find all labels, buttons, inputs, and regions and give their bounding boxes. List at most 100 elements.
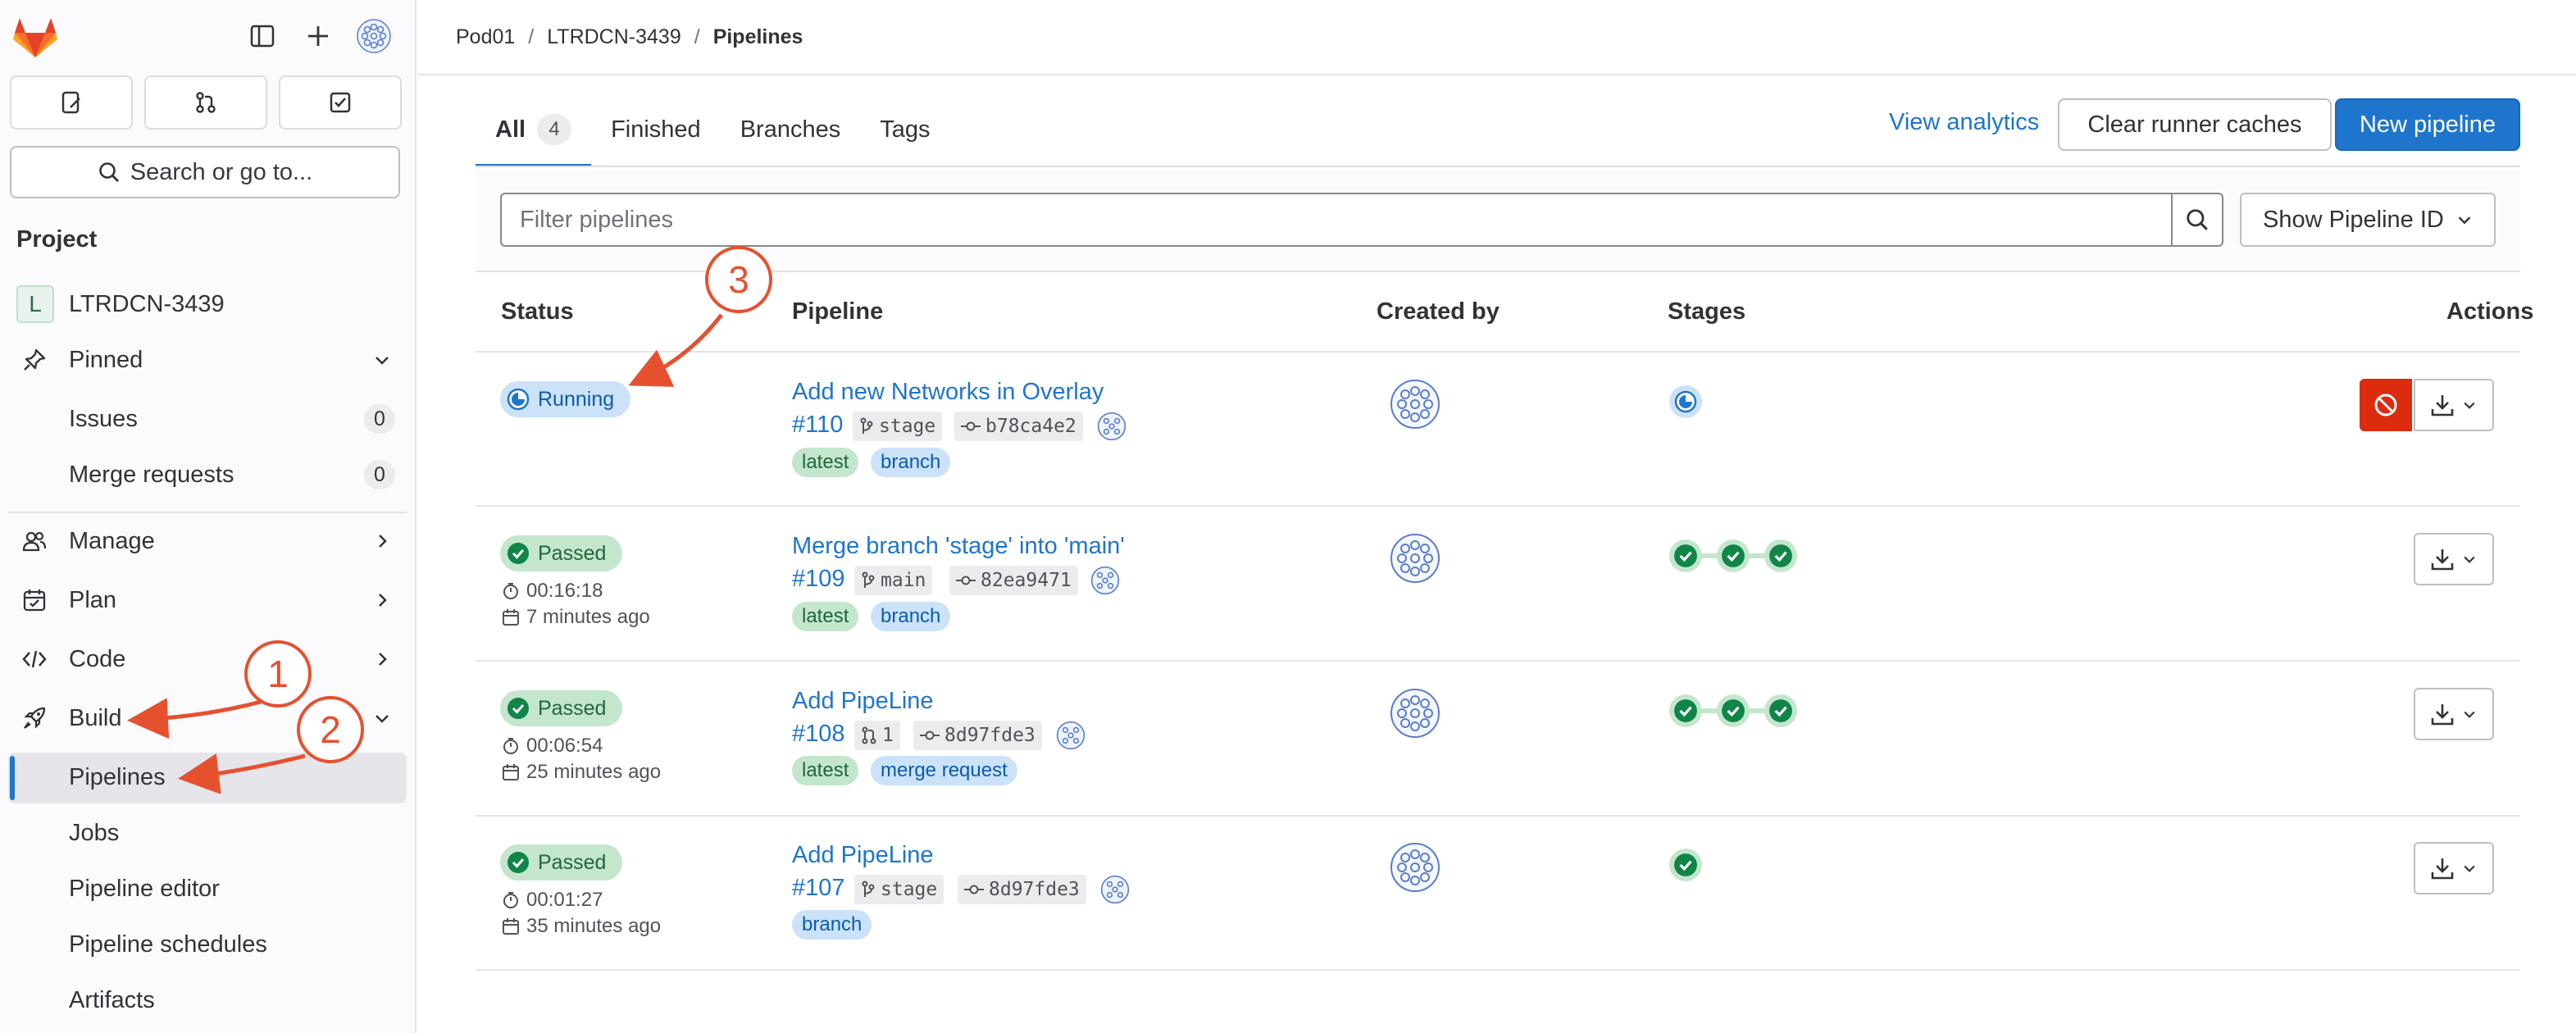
sidebar-item-issues[interactable]: Issues 0 <box>0 396 416 442</box>
breadcrumb-current[interactable]: Pipelines <box>713 25 803 49</box>
creator-avatar[interactable] <box>1390 533 1440 584</box>
creator-avatar[interactable] <box>1390 842 1440 893</box>
download-artifacts-dropdown[interactable] <box>2414 379 2494 431</box>
filter-search-button[interactable] <box>2171 193 2223 247</box>
finished-at: 35 minutes ago <box>502 915 661 938</box>
sidebar-item-merge-requests[interactable]: Merge requests 0 <box>0 452 416 498</box>
show-pipeline-id-dropdown[interactable]: Show Pipeline ID <box>2240 193 2496 247</box>
pipeline-title-link[interactable]: Add PipeLine <box>792 842 934 869</box>
creator-avatar[interactable] <box>1390 688 1440 739</box>
row-divider <box>476 660 2520 662</box>
merge-request-icon <box>196 92 216 113</box>
tab-finished[interactable]: Finished <box>591 92 721 167</box>
ref-chip[interactable]: stage <box>854 875 944 904</box>
assigned-issues-button[interactable] <box>10 75 133 130</box>
chevron-right-icon <box>379 653 387 666</box>
sidebar-item-project[interactable]: L LTRDCN-3439 <box>0 281 416 327</box>
pipeline-title-link[interactable]: Add new Networks in Overlay <box>792 379 1104 406</box>
download-artifacts-dropdown[interactable] <box>2414 533 2494 585</box>
commit-chip[interactable]: 8d97fde3 <box>913 721 1042 750</box>
view-analytics-link[interactable]: View analytics <box>1889 109 2039 136</box>
tab-all[interactable]: All 4 <box>476 92 592 167</box>
ref-chip[interactable]: 1 <box>854 721 900 750</box>
sidebar-item-plan[interactable]: Plan <box>0 577 416 623</box>
clear-runner-caches-button[interactable]: Clear runner caches <box>2058 98 2332 151</box>
download-artifacts-dropdown[interactable] <box>2414 842 2494 894</box>
merge-request-icon <box>862 726 876 744</box>
pipeline-title-link[interactable]: Add PipeLine <box>792 688 934 715</box>
sidebar-item-pinned[interactable]: Pinned <box>0 337 416 383</box>
ref-chip[interactable]: main <box>854 566 933 595</box>
calendar-icon <box>503 764 519 780</box>
commit-chip[interactable]: 8d97fde3 <box>958 875 1086 904</box>
status-badge-running[interactable]: Running <box>500 381 631 417</box>
row-divider <box>476 505 2520 507</box>
commit-author-avatar[interactable] <box>1056 721 1085 750</box>
ref-chip[interactable]: stage <box>853 412 943 441</box>
column-header-pipeline: Pipeline <box>792 298 884 325</box>
pipeline-id-link[interactable]: #110 <box>792 412 843 439</box>
tab-tags[interactable]: Tags <box>860 92 949 167</box>
label-latest: latest <box>792 756 859 785</box>
commit-icon <box>961 421 981 431</box>
breadcrumb-group-link[interactable]: Pod01 <box>456 25 515 49</box>
tab-label: All <box>495 116 526 143</box>
column-header-status: Status <box>501 298 574 325</box>
stage-passed-icon[interactable] <box>1717 694 1750 727</box>
sidebar-item-pipeline-schedules[interactable]: Pipeline schedules <box>0 922 416 967</box>
stage-running-icon[interactable] <box>1669 385 1702 418</box>
todo-list-button[interactable] <box>279 75 402 130</box>
finished-at: 7 minutes ago <box>502 606 650 629</box>
sidebar-divider <box>8 512 407 513</box>
gitlab-logo-icon[interactable] <box>11 15 59 59</box>
commit-author-avatar[interactable] <box>1090 566 1120 595</box>
user-avatar[interactable] <box>356 18 392 54</box>
commit-chip[interactable]: b78ca4e2 <box>954 412 1083 441</box>
pipeline-tabs: All 4 Finished Branches Tags <box>476 92 949 167</box>
commit-chip[interactable]: 82ea9471 <box>949 566 1078 595</box>
tab-label: Finished <box>611 116 701 143</box>
cancel-pipeline-button[interactable] <box>2360 379 2412 431</box>
stage-passed-icon[interactable] <box>1717 539 1750 572</box>
new-pipeline-button[interactable]: New pipeline <box>2335 98 2520 151</box>
stage-passed-icon[interactable] <box>1764 539 1797 572</box>
sidebar-section-heading: Project <box>16 226 98 253</box>
status-badge-passed[interactable]: Passed <box>500 535 623 571</box>
status-badge-passed[interactable]: Passed <box>500 844 623 881</box>
breadcrumb-project-link[interactable]: LTRDCN-3439 <box>547 25 680 49</box>
pipeline-id-link[interactable]: #109 <box>792 566 845 593</box>
pipeline-title-link[interactable]: Merge branch 'stage' into 'main' <box>792 533 1125 560</box>
ref-name: stage <box>881 879 938 900</box>
pipeline-id-link[interactable]: #108 <box>792 721 845 748</box>
timer-icon <box>503 583 518 599</box>
stage-passed-icon[interactable] <box>1764 694 1797 727</box>
sidebar-item-jobs[interactable]: Jobs <box>0 810 416 856</box>
status-badge-passed[interactable]: Passed <box>500 690 623 726</box>
filter-pipelines-input[interactable]: Filter pipelines <box>500 193 2173 247</box>
download-artifacts-dropdown[interactable] <box>2414 688 2494 740</box>
pipeline-id-link[interactable]: #107 <box>792 875 845 902</box>
sidebar-item-pipeline-editor[interactable]: Pipeline editor <box>0 866 416 912</box>
stage-passed-icon[interactable] <box>1669 694 1702 727</box>
sidebar-item-manage[interactable]: Manage <box>0 518 416 564</box>
merge-requests-button[interactable] <box>144 75 267 130</box>
branch-icon <box>860 417 873 434</box>
creator-avatar[interactable] <box>1390 379 1440 430</box>
sidebar-item-label: Plan <box>69 586 117 613</box>
success-status-icon <box>507 698 529 719</box>
running-status-icon <box>507 388 530 411</box>
stage-passed-icon[interactable] <box>1669 849 1702 881</box>
sidebar-item-pipelines[interactable]: Pipelines <box>0 754 416 800</box>
stage-passed-icon[interactable] <box>1669 539 1702 572</box>
sidebar-item-artifacts[interactable]: Artifacts <box>0 977 416 1023</box>
search-button[interactable]: Search or go to... <box>10 146 400 198</box>
tab-branches[interactable]: Branches <box>721 92 861 167</box>
duration-text: 00:01:27 <box>526 889 603 911</box>
plus-icon[interactable] <box>300 18 336 54</box>
ref-name: stage <box>879 416 936 437</box>
collapse-sidebar-icon[interactable] <box>244 18 280 54</box>
commit-author-avatar[interactable] <box>1097 412 1126 441</box>
sidebar-item-code[interactable]: Code <box>0 636 416 682</box>
commit-author-avatar[interactable] <box>1100 875 1130 904</box>
chevron-down-icon <box>2464 711 2475 718</box>
